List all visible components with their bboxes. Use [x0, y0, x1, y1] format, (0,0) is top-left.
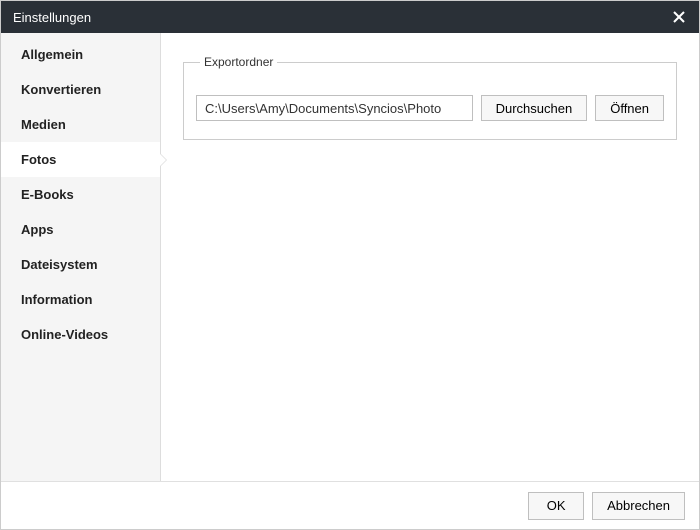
sidebar-item-konvertieren[interactable]: Konvertieren [1, 72, 160, 107]
sidebar-item-label: Dateisystem [21, 257, 98, 272]
footer: OK Abbrechen [1, 481, 699, 529]
sidebar-item-medien[interactable]: Medien [1, 107, 160, 142]
window-body: Allgemein Konvertieren Medien Fotos E-Bo… [1, 33, 699, 481]
sidebar-item-label: Konvertieren [21, 82, 101, 97]
ok-button[interactable]: OK [528, 492, 584, 520]
sidebar-item-label: Information [21, 292, 93, 307]
sidebar-item-fotos[interactable]: Fotos [1, 142, 160, 177]
sidebar-item-label: Allgemein [21, 47, 83, 62]
sidebar-item-apps[interactable]: Apps [1, 212, 160, 247]
sidebar-item-label: Apps [21, 222, 54, 237]
sidebar-item-allgemein[interactable]: Allgemein [1, 37, 160, 72]
sidebar-item-label: Medien [21, 117, 66, 132]
sidebar-item-label: E-Books [21, 187, 74, 202]
sidebar-item-label: Fotos [21, 152, 56, 167]
settings-window: Einstellungen Allgemein Konvertieren Med… [0, 0, 700, 530]
sidebar-item-information[interactable]: Information [1, 282, 160, 317]
sidebar-item-ebooks[interactable]: E-Books [1, 177, 160, 212]
sidebar-item-label: Online-Videos [21, 327, 108, 342]
open-button[interactable]: Öffnen [595, 95, 664, 121]
export-path-input[interactable] [196, 95, 473, 121]
export-folder-row: Durchsuchen Öffnen [196, 95, 664, 121]
sidebar-item-online-videos[interactable]: Online-Videos [1, 317, 160, 352]
titlebar: Einstellungen [1, 1, 699, 33]
cancel-button[interactable]: Abbrechen [592, 492, 685, 520]
sidebar-item-dateisystem[interactable]: Dateisystem [1, 247, 160, 282]
content-pane: Exportordner Durchsuchen Öffnen [161, 33, 699, 481]
export-folder-group: Exportordner Durchsuchen Öffnen [183, 55, 677, 140]
close-icon[interactable] [669, 7, 689, 27]
sidebar: Allgemein Konvertieren Medien Fotos E-Bo… [1, 33, 161, 481]
export-folder-legend: Exportordner [200, 55, 277, 69]
window-title: Einstellungen [13, 10, 91, 25]
browse-button[interactable]: Durchsuchen [481, 95, 588, 121]
